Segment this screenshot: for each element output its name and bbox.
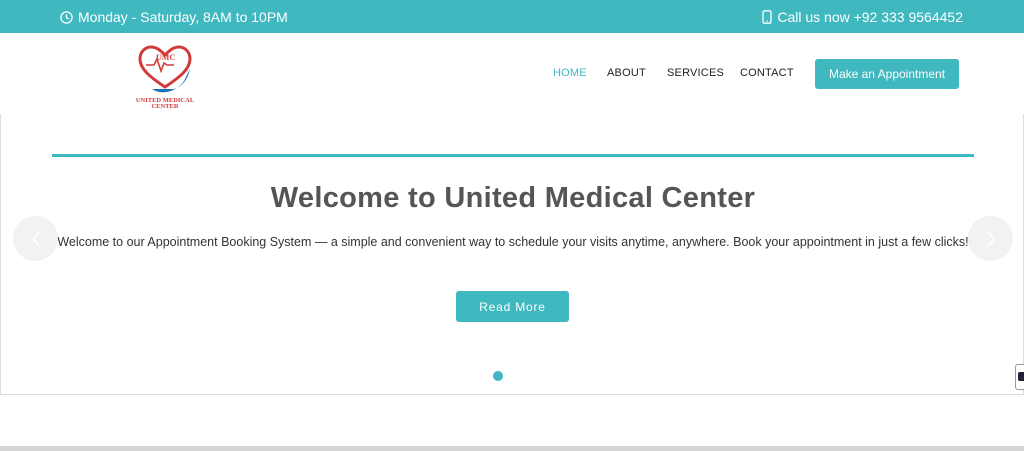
mobile-phone-icon — [762, 10, 772, 24]
read-more-button[interactable]: Read More — [456, 291, 569, 322]
side-chat-widget[interactable] — [1015, 364, 1024, 390]
clock-icon — [60, 10, 73, 24]
logo-mark-text: UMC — [156, 53, 175, 62]
chevron-left-icon — [31, 230, 40, 247]
logo-name-line2: CENTER — [151, 103, 179, 110]
phone-text[interactable]: Call us now +92 333 9564452 — [777, 9, 963, 25]
page-bottom-border — [0, 446, 1024, 451]
hero-title: Welcome to United Medical Center — [270, 182, 756, 214]
chat-widget-icon — [1018, 372, 1024, 381]
chevron-right-icon — [986, 230, 995, 247]
top-info-bar: Monday - Saturday, 8AM to 10PM Call us n… — [0, 0, 1024, 33]
nav-about[interactable]: ABOUT — [607, 67, 646, 79]
slider-prev-button[interactable] — [13, 216, 58, 261]
site-logo[interactable]: UMC UNITED MEDICAL CENTER — [130, 41, 200, 110]
nav-services[interactable]: SERVICES — [667, 67, 724, 79]
opening-hours-text: Monday - Saturday, 8AM to 10PM — [78, 9, 288, 25]
main-header: UMC UNITED MEDICAL CENTER HOME ABOUT SER… — [0, 33, 1024, 114]
make-appointment-button[interactable]: Make an Appointment — [815, 59, 959, 89]
hero-description: Welcome to our Appointment Booking Syste… — [57, 235, 969, 249]
hero-divider — [52, 154, 974, 157]
opening-hours: Monday - Saturday, 8AM to 10PM — [60, 9, 288, 25]
hero-slider: Welcome to United Medical Center Welcome… — [0, 114, 1024, 395]
slider-next-button[interactable] — [968, 216, 1013, 261]
phone-contact[interactable]: Call us now +92 333 9564452 — [762, 9, 963, 25]
nav-home[interactable]: HOME — [553, 67, 587, 79]
nav-contact[interactable]: CONTACT — [740, 67, 794, 79]
slider-dot-active[interactable] — [493, 371, 503, 381]
